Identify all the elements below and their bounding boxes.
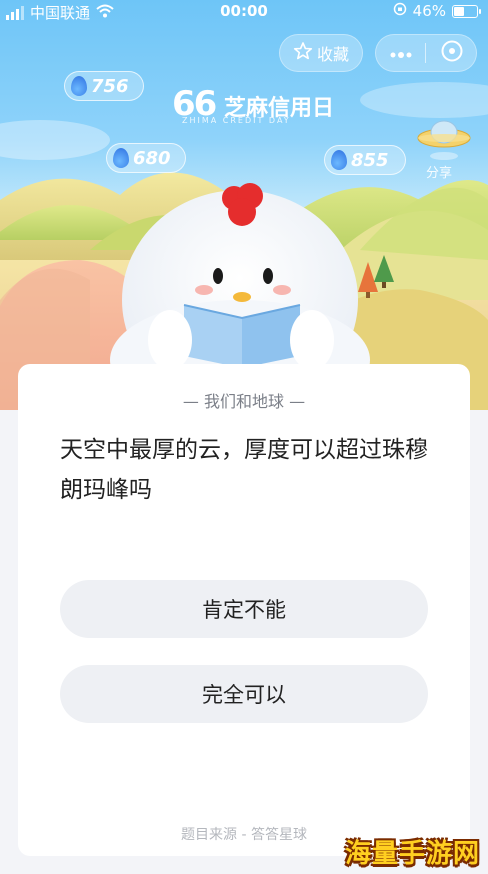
energy-bubble[interactable]: 855 [324, 145, 406, 175]
energy-value: 680 [133, 147, 171, 169]
answer-option-1[interactable]: 肯定不能 [60, 580, 428, 638]
category-dash-right: — [289, 392, 306, 411]
energy-drop-icon [71, 76, 87, 96]
energy-drop-icon [331, 150, 347, 170]
energy-bubble[interactable]: 756 [64, 71, 144, 101]
status-bar: 中国联通 00:00 46% [0, 0, 488, 24]
collect-button[interactable]: 收藏 [279, 34, 363, 72]
close-icon[interactable] [440, 39, 464, 67]
category-dash-left: — [182, 392, 199, 411]
mini-program-capsule [375, 34, 477, 72]
ufo-share-icon [417, 120, 471, 160]
collect-label: 收藏 [316, 45, 349, 64]
header-scene: 中国联通 00:00 46% 收藏 756 680 855 66 芝麻信用日 Z… [0, 0, 488, 410]
logo-subtitle: ZHIMA CREDIT DAY [182, 116, 291, 125]
battery-icon [452, 4, 481, 18]
share-label: 分享 [426, 166, 453, 181]
energy-bubble[interactable]: 680 [106, 143, 186, 173]
quiz-category: — 我们和地球 — [18, 388, 470, 412]
answer-option-label: 肯定不能 [202, 598, 286, 622]
quiz-question: 天空中最厚的云，厚度可以超过珠穆朗玛峰吗 [60, 437, 428, 503]
orientation-lock-icon [393, 2, 407, 20]
star-icon [293, 41, 313, 65]
energy-drop-icon [113, 148, 129, 168]
battery-percent: 46% [412, 2, 446, 20]
category-label: 我们和地球 [203, 392, 284, 411]
answer-option-label: 完全可以 [202, 683, 286, 707]
watermark: 海量手游网 [344, 839, 480, 869]
share-button[interactable]: 分享 [414, 112, 474, 182]
energy-value: 855 [351, 149, 389, 171]
energy-value: 756 [91, 75, 129, 97]
answer-option-2[interactable]: 完全可以 [60, 665, 428, 723]
quiz-card: — 我们和地球 — 天空中最厚的云，厚度可以超过珠穆朗玛峰吗 肯定不能 完全可以… [18, 364, 470, 856]
more-icon[interactable] [389, 44, 413, 63]
capsule-divider [424, 43, 426, 63]
